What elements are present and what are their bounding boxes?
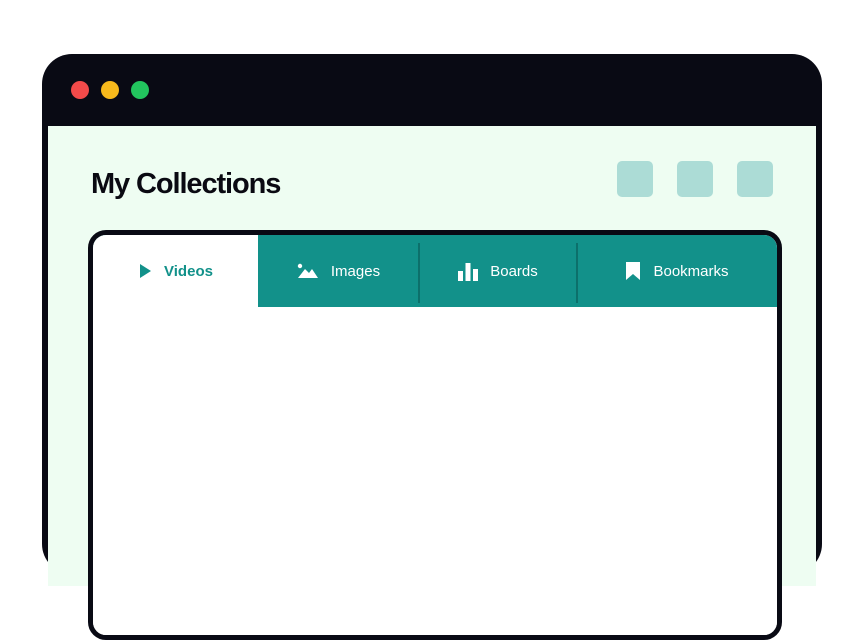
play-icon [138, 263, 152, 279]
header-action-button-1[interactable] [617, 161, 653, 197]
tab-videos[interactable]: Videos [93, 235, 258, 307]
tab-content-area [93, 307, 777, 635]
tab-label: Bookmarks [653, 262, 729, 280]
app-window: My Collections Videos Images Boards Book… [42, 54, 822, 640]
tab-bar: Videos Images Boards Bookmarks [93, 235, 777, 307]
window-content: My Collections Videos Images Boards Book… [48, 126, 816, 640]
tab-bookmarks[interactable]: Bookmarks [577, 235, 777, 307]
tab-label: Boards [490, 262, 538, 280]
header-action-button-2[interactable] [677, 161, 713, 197]
header-action-button-3[interactable] [737, 161, 773, 197]
bar-chart-icon [458, 261, 479, 281]
minimize-window-button[interactable] [101, 81, 119, 99]
close-window-button[interactable] [71, 81, 89, 99]
bookmark-icon [625, 262, 641, 280]
tab-boards[interactable]: Boards [419, 235, 577, 307]
tab-label: Images [330, 262, 381, 280]
image-icon [297, 263, 319, 279]
page-title: My Collections [91, 168, 281, 200]
collections-panel: Videos Images Boards Bookmarks [88, 230, 782, 640]
tab-images[interactable]: Images [258, 235, 419, 307]
maximize-window-button[interactable] [131, 81, 149, 99]
tab-label: Videos [164, 262, 213, 280]
